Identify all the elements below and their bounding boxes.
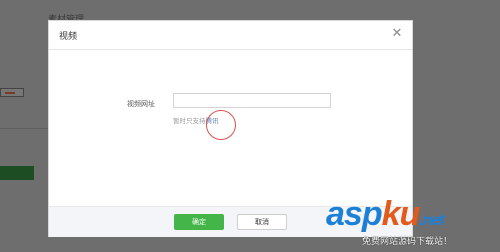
annotation-circle [206, 110, 236, 140]
watermark-brand-net: .net [419, 212, 444, 229]
watermark: aspku.net 免费网站源码下载站！ [326, 194, 500, 252]
confirm-button[interactable]: 确定 [174, 214, 224, 230]
video-url-input[interactable] [173, 93, 331, 108]
background-divider [0, 128, 48, 129]
watermark-brand-asp: asp [326, 195, 383, 233]
background-green-button [0, 166, 34, 180]
cancel-button[interactable]: 取消 [237, 214, 287, 230]
dialog-title: 视频 [59, 32, 78, 42]
watermark-brand-ku: ku [381, 195, 421, 233]
close-icon[interactable]: ✕ [390, 26, 404, 42]
background-tag [0, 88, 24, 97]
watermark-tagline: 免费网站源码下载站！ [362, 237, 453, 247]
support-hint-text: 暂时只支持 [173, 117, 206, 125]
dialog-header: 视频 ✕ [49, 21, 412, 50]
video-url-label: 视频网址 [127, 100, 155, 108]
